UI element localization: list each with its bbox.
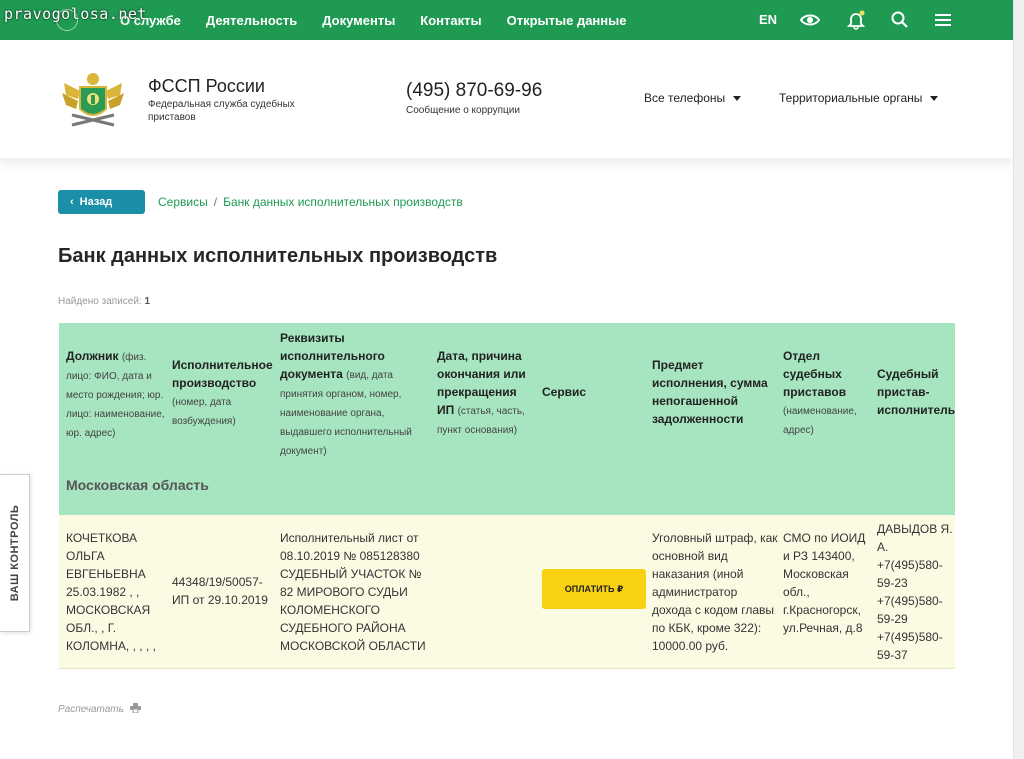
col-proceeding-note: (номер, дата возбуждения)	[172, 397, 236, 427]
col-proceeding: Исполнительное производство (номер, дата…	[172, 356, 276, 430]
table-header: Должник (физ. лицо: ФИО, дата и место ро…	[59, 323, 955, 515]
hotline-phone[interactable]: (495) 870-69-96	[406, 80, 542, 102]
print-link[interactable]: Распечатать	[58, 703, 141, 715]
breadcrumb-current[interactable]: Банк данных исполнительных производств	[223, 195, 463, 209]
records-found: Найдено записей: 1	[58, 296, 150, 307]
org-title: ФССП России	[148, 76, 265, 96]
breadcrumb-services[interactable]: Сервисы	[158, 195, 208, 209]
caret-down-icon	[930, 96, 939, 102]
region-heading: Московская область	[66, 477, 209, 493]
fssp-logo-icon[interactable]	[60, 65, 126, 133]
col-debtor-note: (физ. лицо: ФИО, дата и место рождения; …	[66, 352, 165, 439]
table-row: КОЧЕТКОВА ОЛЬГА ЕВГЕНЬЕВНА 25.03.1982 , …	[59, 515, 955, 669]
col-end-reason: Дата, причина окончания или прекращения …	[437, 347, 535, 439]
eye-icon[interactable]	[800, 10, 820, 30]
cell-proceeding: 44348/19/50057-ИП от 29.10.2019	[172, 575, 268, 607]
cell-department: СМО по ИОИД и РЗ 143400, Московская обл.…	[783, 531, 866, 635]
col-subject: Предмет исполнения, сумма непогашенной з…	[652, 356, 774, 428]
col-subject-title: Предмет исполнения, сумма непогашенной з…	[652, 358, 768, 426]
nav-item-documents[interactable]: Документы	[322, 13, 395, 28]
feedback-tab-label: ВАШ КОНТРОЛЬ	[8, 504, 21, 602]
cell-bailiff: ДАВЫДОВ Я. А. +7(495)580-59-23 +7(495)58…	[877, 522, 953, 662]
nav-item-contacts[interactable]: Контакты	[420, 13, 481, 28]
back-button[interactable]: ‹ Назад	[58, 190, 145, 214]
printer-icon	[129, 703, 141, 714]
page: О службе Деятельность Документы Контакты…	[0, 0, 1024, 759]
watermark: pravogolosa.net	[4, 5, 147, 23]
col-department: Отдел судебных приставов (наименование, …	[783, 347, 867, 439]
records-found-count: 1	[144, 296, 151, 307]
top-nav-links: О службе Деятельность Документы Контакты…	[120, 0, 651, 40]
col-document: Реквизиты исполнительного документа (вид…	[280, 329, 424, 460]
page-title: Банк данных исполнительных производств	[58, 245, 498, 267]
regional-bodies-label: Территориальные органы	[779, 91, 923, 105]
records-found-label: Найдено записей:	[58, 296, 142, 307]
scrollbar[interactable]	[1013, 0, 1024, 759]
col-debtor: Должник (физ. лицо: ФИО, дата и место ро…	[66, 347, 170, 442]
col-bailiff-title: Судебный пристав-исполнитель	[877, 367, 955, 417]
top-navigation: О службе Деятельность Документы Контакты…	[0, 0, 1013, 40]
org-subtitle: Федеральная служба судебных приставов	[148, 99, 295, 123]
col-bailiff: Судебный пристав-исполнитель	[877, 365, 955, 419]
all-phones-dropdown[interactable]: Все телефоны	[644, 91, 742, 105]
caret-down-icon	[733, 96, 742, 102]
col-proceeding-title: Исполнительное производство	[172, 358, 273, 390]
breadcrumb-separator: /	[213, 195, 218, 209]
col-department-title: Отдел судебных приставов	[783, 349, 847, 399]
cell-debtor: КОЧЕТКОВА ОЛЬГА ЕВГЕНЬЕВНА 25.03.1982 , …	[66, 531, 156, 653]
print-label: Распечатать	[58, 704, 124, 715]
col-service: Сервис	[542, 383, 632, 401]
all-phones-label: Все телефоны	[644, 91, 726, 105]
nav-item-activity[interactable]: Деятельность	[206, 13, 297, 28]
search-icon[interactable]	[890, 10, 910, 30]
col-department-note: (наименование, адрес)	[783, 406, 857, 436]
results-table: Должник (физ. лицо: ФИО, дата и место ро…	[59, 323, 955, 669]
feedback-side-tab[interactable]: ВАШ КОНТРОЛЬ	[0, 474, 30, 632]
pay-button[interactable]: ОПЛАТИТЬ ₽	[542, 569, 646, 609]
menu-icon[interactable]	[933, 10, 953, 30]
bell-icon[interactable]	[846, 10, 866, 30]
nav-item-open-data[interactable]: Открытые данные	[507, 13, 627, 28]
chevron-left-icon: ‹	[70, 196, 74, 208]
regional-bodies-dropdown[interactable]: Территориальные органы	[779, 91, 939, 105]
cell-document: Исполнительный лист от 08.10.2019 № 0851…	[280, 531, 426, 653]
language-switch[interactable]: EN	[759, 12, 777, 27]
breadcrumb: Сервисы / Банк данных исполнительных произ…	[158, 195, 463, 209]
cell-subject: Уголовный штраф, как основной вид наказа…	[652, 531, 778, 653]
col-debtor-title: Должник	[66, 349, 119, 363]
site-header: ФССП России Федеральная служба судебных …	[0, 40, 1013, 158]
col-document-note: (вид, дата принятия органом, номер, наим…	[280, 370, 412, 457]
back-button-label: Назад	[79, 196, 113, 208]
col-service-title: Сервис	[542, 385, 587, 399]
corruption-report-link[interactable]: Сообщение о коррупции	[406, 105, 520, 116]
